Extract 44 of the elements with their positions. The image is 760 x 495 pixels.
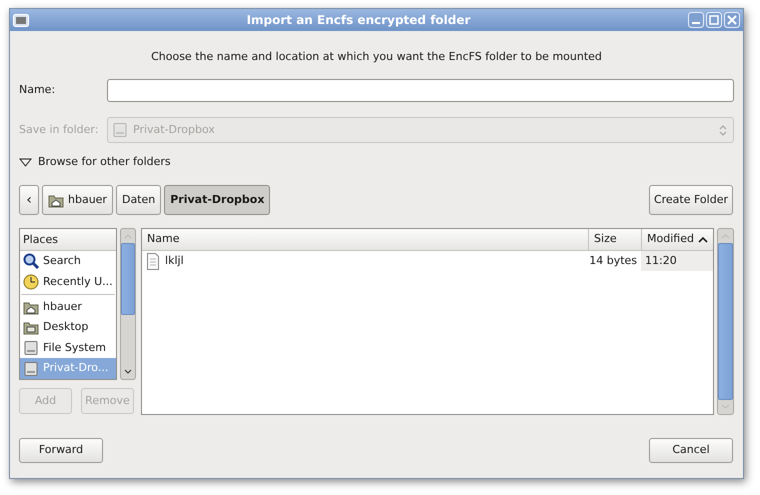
spinner-arrows-icon	[717, 123, 729, 137]
drive-icon	[112, 122, 128, 138]
close-icon	[724, 12, 740, 28]
back-button[interactable]: ‹	[19, 185, 39, 215]
instruction-text: Choose the name and location at which you want the EncFS folder to be mounted	[151, 49, 602, 65]
minimize-button[interactable]	[688, 12, 704, 28]
path-button[interactable]: Privat-Dropbox	[164, 185, 270, 215]
path-button[interactable]: hbauer	[42, 185, 113, 215]
clock-icon	[23, 274, 39, 290]
places-header[interactable]: Places	[20, 229, 116, 251]
column-header[interactable]: Size	[588, 229, 642, 250]
close-button[interactable]	[724, 12, 740, 28]
path-button[interactable]: Daten	[116, 185, 162, 215]
scrollbar[interactable]	[120, 228, 136, 380]
column-header[interactable]: Modified	[641, 229, 713, 250]
dialog-button[interactable]: Cancel	[649, 438, 733, 463]
home-folder-icon	[23, 300, 39, 315]
scrollbar[interactable]	[717, 228, 734, 415]
places-item[interactable]: Search	[20, 251, 116, 272]
save-in-folder-label: Save in folder:	[19, 122, 100, 138]
places-item[interactable]: Recently U...	[20, 272, 116, 292]
drive-icon	[23, 340, 39, 356]
desktop-folder-icon	[23, 320, 39, 336]
dialog-button[interactable]: Forward	[19, 438, 103, 463]
create-folder-button[interactable]: Create Folder	[648, 185, 733, 215]
places-item[interactable]: File System	[20, 338, 116, 358]
file-name-cell: lkljl	[142, 251, 588, 271]
maximize-button[interactable]	[706, 12, 722, 28]
window-title: Import an Encfs encrypted folder	[246, 12, 472, 29]
window-menu-icon	[13, 14, 29, 26]
name-field[interactable]	[107, 79, 734, 102]
home-folder-icon	[48, 192, 64, 208]
file-modified-cell: 11:20	[641, 251, 713, 271]
minimize-icon	[688, 12, 704, 28]
search-icon	[23, 253, 39, 270]
maximize-icon	[706, 12, 722, 28]
document-icon	[146, 252, 160, 270]
places-item[interactable]: Desktop	[20, 317, 116, 338]
file-size-cell-text: 14 bytes	[588, 252, 638, 269]
places-item[interactable]: hbauer	[20, 296, 116, 318]
column-header[interactable]: Name	[142, 229, 588, 250]
name-label: Name:	[19, 82, 56, 98]
drive-icon	[23, 360, 39, 377]
browse-expander[interactable]: Browse for other folders	[19, 154, 171, 170]
